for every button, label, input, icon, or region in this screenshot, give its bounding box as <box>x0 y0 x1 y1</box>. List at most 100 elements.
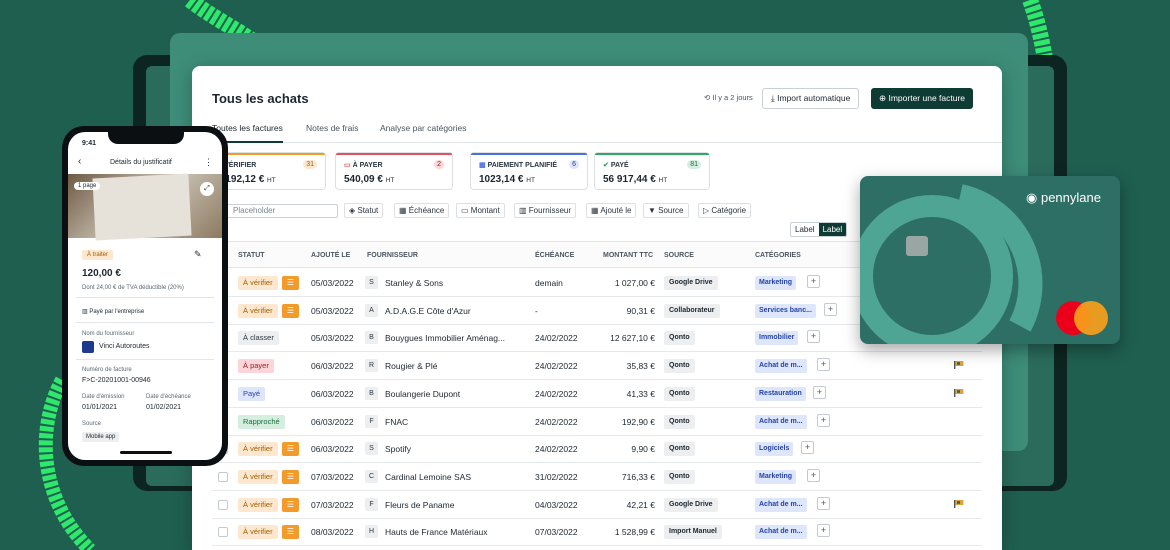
add-category-icon[interactable]: + <box>817 524 830 538</box>
issue-date[interactable]: 01/01/2021 <box>82 404 117 411</box>
category-badge[interactable]: Marketing <box>755 469 797 484</box>
list-icon[interactable]: ☰ <box>282 303 299 318</box>
table-row[interactable]: À vérifier ☰ 08/03/2022 H Hauts de France Ma… <box>212 518 982 547</box>
import-auto-button[interactable]: ⤓ Import automatique <box>762 88 860 109</box>
expand-icon[interactable]: ⤢ <box>200 182 214 196</box>
filter-amount[interactable]: ▭ Montant <box>456 203 505 218</box>
row-checkbox[interactable] <box>218 527 228 538</box>
col-added[interactable]: AJOUTÉ LE <box>311 252 350 259</box>
table-row[interactable]: À vérifier ☰ 06/03/2022 S Spotify 24/02/2022 9… <box>212 435 982 464</box>
source-label: Source <box>82 421 102 427</box>
status-badge: À vérifier <box>238 276 278 290</box>
amount-ttc: 35,83 € <box>626 361 655 372</box>
import-invoice-button[interactable]: ⊕ Importer une facture <box>871 88 974 109</box>
summary-scheduled[interactable]: ▦ PAIEMENT PLANIFIÉ 6 1023,14 € HT <box>470 152 588 190</box>
list-icon[interactable]: ☰ <box>282 276 299 290</box>
tab-expenses[interactable]: Notes de frais <box>306 123 358 143</box>
table-row[interactable]: À vérifier ☰ 07/03/2022 F Fleurs de Paname 04… <box>212 491 982 519</box>
supplier-name[interactable]: Spotify <box>385 444 411 454</box>
supplier-name[interactable]: A.D.A.G.E Côte d'Azur <box>385 306 471 316</box>
history-label[interactable]: ⟲ Il y a 2 jours <box>704 93 753 102</box>
add-category-icon[interactable]: + <box>813 385 826 399</box>
category-badge[interactable]: Achat de m... <box>755 414 807 429</box>
category-badge[interactable]: Achat de m... <box>755 525 807 540</box>
label-option-2[interactable]: Label <box>818 223 847 236</box>
amount-ttc: 42,21 € <box>626 499 655 510</box>
add-category-icon[interactable]: + <box>807 275 820 288</box>
summary-paid[interactable]: ✔ PAYÉ 81 56 917,44 € HT <box>594 152 710 190</box>
supplier-name[interactable]: FNAC <box>385 417 408 427</box>
filter-supplier[interactable]: ▥ Fournisseur <box>514 203 577 218</box>
list-icon[interactable]: ☰ <box>282 497 299 512</box>
supplier-name[interactable]: Boulangerie Dupont <box>385 389 460 399</box>
supplier-initial: B <box>365 386 378 400</box>
category-badge[interactable]: Immobilier <box>755 331 799 346</box>
col-categories[interactable]: CATÉGORIES <box>755 252 801 259</box>
flag-icon[interactable] <box>954 388 964 397</box>
category-badge[interactable]: Restauration <box>755 386 806 401</box>
supplier-name[interactable]: Stanley & Sons <box>385 278 443 288</box>
col-amount[interactable]: MONTANT TTC <box>603 252 653 259</box>
filter-status[interactable]: ◈ Statut <box>344 203 384 218</box>
add-category-icon[interactable]: + <box>817 413 830 427</box>
supplier-name[interactable]: Fleurs de Paname <box>385 500 454 510</box>
flag-icon[interactable] <box>954 499 964 508</box>
add-category-icon[interactable]: + <box>801 441 814 455</box>
supplier-label: Nom du fournisseur <box>82 331 135 337</box>
search-input[interactable]: Placeholder <box>222 204 338 218</box>
category-badge[interactable]: Marketing <box>755 276 797 290</box>
status-badge: À classer <box>238 331 279 346</box>
add-category-icon[interactable]: + <box>807 468 820 482</box>
supplier-name[interactable]: Vinci Autoroutes <box>99 343 149 350</box>
more-icon[interactable]: ⋮ <box>204 157 213 168</box>
filter-due[interactable]: ▦ Échéance <box>394 203 450 218</box>
tab-category-analysis[interactable]: Analyse par catégories <box>380 123 466 143</box>
col-supplier[interactable]: FOURNISSEUR <box>367 252 418 259</box>
filter-source[interactable]: ▼ Source <box>643 203 689 218</box>
category-badge[interactable]: Achat de m... <box>755 359 807 374</box>
supplier-initial: A <box>365 303 378 317</box>
supplier-initial: R <box>365 359 378 373</box>
label-option-1[interactable]: Label <box>791 223 819 236</box>
table-row[interactable]: À payer 06/03/2022 R Rougier & Plé 24/02/202… <box>212 352 982 381</box>
add-category-icon[interactable]: + <box>817 496 830 510</box>
invoice-number[interactable]: F>C-20201001-00946 <box>82 377 151 384</box>
receipt-image[interactable]: 1 page ⤢ <box>68 173 222 241</box>
add-category-icon[interactable]: + <box>817 358 830 372</box>
table-row[interactable]: Payé 06/03/2022 B Boulangerie Dupont 24/02/2… <box>212 380 982 408</box>
col-source[interactable]: SOURCE <box>664 252 694 259</box>
source-badge: Google Drive <box>664 276 718 290</box>
due-date[interactable]: 01/02/2021 <box>146 404 181 411</box>
supplier-name[interactable]: Hauts de France Matériaux <box>385 527 488 537</box>
back-icon[interactable]: ‹ <box>78 156 81 167</box>
flag-icon[interactable] <box>954 361 964 370</box>
supplier-initial: S <box>365 442 378 456</box>
table-row[interactable]: Rapproché 06/03/2022 F FNAC 24/02/2022 192,90… <box>212 408 982 436</box>
list-icon[interactable]: ☰ <box>282 442 299 457</box>
due-date: 24/02/2022 <box>535 416 578 427</box>
supplier-name[interactable]: Cardinal Lemoine SAS <box>385 472 471 482</box>
col-due[interactable]: ÉCHÉANCE <box>535 252 574 259</box>
category-badge[interactable]: Logiciels <box>755 442 794 457</box>
col-status[interactable]: STATUT <box>238 252 265 259</box>
supplier-name[interactable]: Rougier & Plé <box>385 361 437 371</box>
amount-ttc: 12 627,10 € <box>610 333 655 344</box>
amount-ttc: 41,33 € <box>626 388 655 399</box>
table-row[interactable]: À vérifier ☰ 07/03/2022 C Cardinal Lemoine S… <box>212 463 982 491</box>
summary-to-pay[interactable]: ▭ À PAYER 2 540,09 € HT <box>335 152 453 190</box>
list-icon[interactable]: ☰ <box>282 469 299 484</box>
label-toggle[interactable]: Label Label <box>790 222 848 237</box>
filter-category[interactable]: ▷ Catégorie <box>698 203 752 218</box>
supplier-name[interactable]: Bouygues Immobilier Aménag... <box>385 333 505 343</box>
list-icon[interactable]: ☰ <box>282 525 299 540</box>
add-category-icon[interactable]: + <box>824 302 837 316</box>
category-badge[interactable]: Services banc... <box>755 303 816 318</box>
add-category-icon[interactable]: + <box>807 330 820 344</box>
category-badge[interactable]: Achat de m... <box>755 497 807 512</box>
phone-vat: Dont 24,00 € de TVA déductible (20%) <box>82 285 184 291</box>
filter-added[interactable]: ▦ Ajouté le <box>586 203 637 218</box>
row-checkbox[interactable] <box>218 499 228 510</box>
row-checkbox[interactable] <box>218 471 228 482</box>
edit-icon[interactable]: ✎ <box>194 249 202 260</box>
funnel-icon: ▼ <box>648 206 659 215</box>
